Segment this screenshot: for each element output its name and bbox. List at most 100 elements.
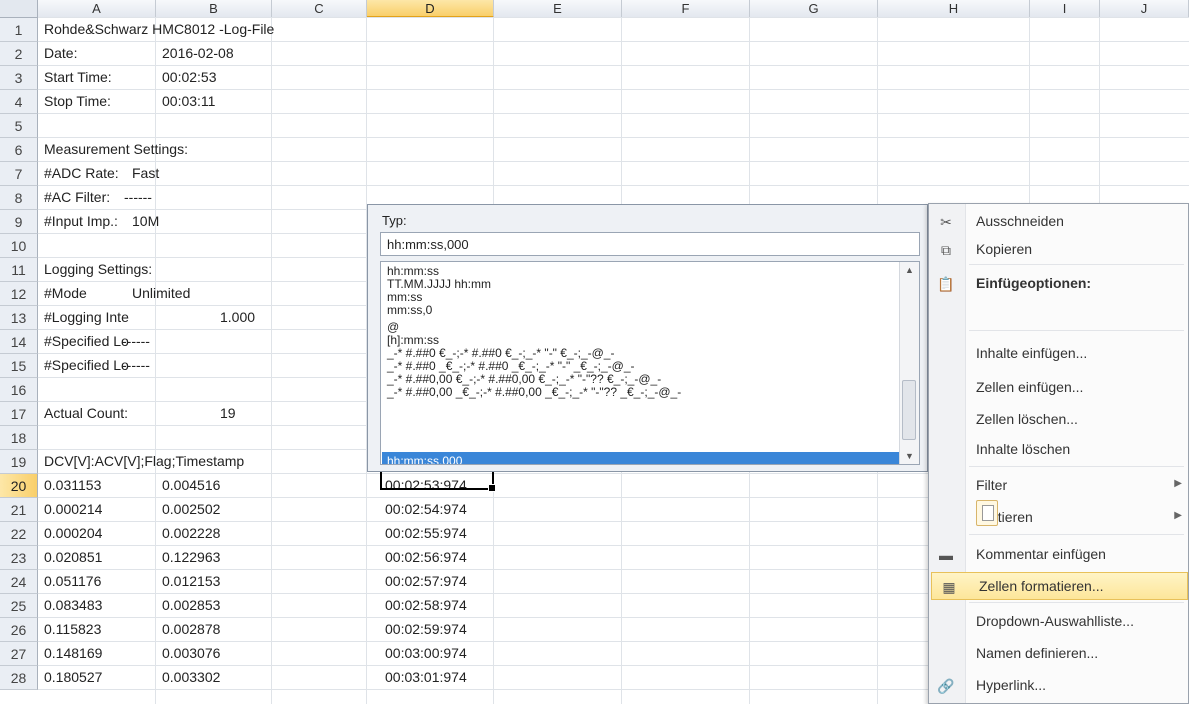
cell-d-22[interactable]: 00:02:55:974 bbox=[385, 524, 467, 543]
cell-a-11[interactable]: Logging Settings: bbox=[44, 260, 152, 279]
menu-item-inhalte-einfügen[interactable]: Inhalte einfügen... bbox=[929, 340, 1188, 368]
cell-d-25[interactable]: 00:02:58:974 bbox=[385, 596, 467, 615]
row-header[interactable]: 12 bbox=[0, 282, 38, 306]
cell-b-23[interactable]: 0.122963 bbox=[162, 548, 220, 567]
row-header[interactable]: 10 bbox=[0, 234, 38, 258]
column-header-e[interactable]: E bbox=[494, 0, 622, 18]
cell-a-6[interactable]: Measurement Settings: bbox=[44, 140, 188, 159]
paste-icon[interactable] bbox=[976, 500, 998, 526]
row-header[interactable]: 3 bbox=[0, 66, 38, 90]
cell-d-28[interactable]: 00:03:01:974 bbox=[385, 668, 467, 687]
row-header[interactable]: 15 bbox=[0, 354, 38, 378]
cell-a-20[interactable]: 0.031153 bbox=[44, 476, 101, 495]
cell-d-23[interactable]: 00:02:56:974 bbox=[385, 548, 467, 567]
cell-a-3[interactable]: Start Time: bbox=[44, 68, 112, 87]
cell-b-27[interactable]: 0.003076 bbox=[162, 644, 220, 663]
column-header-h[interactable]: H bbox=[878, 0, 1030, 18]
cell-b-22[interactable]: 0.002228 bbox=[162, 524, 220, 543]
cell-d-26[interactable]: 00:02:59:974 bbox=[385, 620, 467, 639]
menu-item-filter[interactable]: Filter ▶ bbox=[929, 472, 1188, 500]
cell-b-15[interactable]: ------ bbox=[122, 356, 150, 375]
row-header[interactable]: 7 bbox=[0, 162, 38, 186]
cell-b-21[interactable]: 0.002502 bbox=[162, 500, 220, 519]
cell-b-14[interactable]: ------ bbox=[122, 332, 150, 351]
cell-a-13[interactable]: #Logging Inte bbox=[44, 308, 129, 327]
cell-b-7[interactable]: Fast bbox=[132, 164, 159, 183]
column-header-j[interactable]: J bbox=[1100, 0, 1189, 18]
cell-d-24[interactable]: 00:02:57:974 bbox=[385, 572, 467, 591]
cell-a-28[interactable]: 0.180527 bbox=[44, 668, 102, 687]
cell-a-21[interactable]: 0.000214 bbox=[44, 500, 102, 519]
row-header[interactable]: 2 bbox=[0, 42, 38, 66]
cell-a-27[interactable]: 0.148169 bbox=[44, 644, 102, 663]
menu-item-inhalte-löschen[interactable]: Inhalte löschen bbox=[929, 436, 1188, 464]
menu-item-zellen-formatieren[interactable]: ▦ Zellen formatieren... bbox=[931, 572, 1188, 600]
format-list-scrollbar[interactable]: ▲ ▼ bbox=[899, 262, 919, 464]
row-header[interactable]: 22 bbox=[0, 522, 38, 546]
cell-b-25[interactable]: 0.002853 bbox=[162, 596, 220, 615]
row-header[interactable]: 28 bbox=[0, 666, 38, 690]
cell-a-1[interactable]: Rohde&Schwarz HMC8012 -Log-File bbox=[44, 20, 274, 39]
cell-a-2[interactable]: Date: bbox=[44, 44, 77, 63]
menu-item-dropdown-auswahlliste[interactable]: Dropdown-Auswahlliste... bbox=[929, 608, 1188, 636]
cell-a-4[interactable]: Stop Time: bbox=[44, 92, 111, 111]
row-header[interactable]: 19 bbox=[0, 450, 38, 474]
cell-a-15[interactable]: #Specified Lo bbox=[44, 356, 129, 375]
column-header-d[interactable]: D bbox=[367, 0, 494, 18]
menu-item-kopieren[interactable]: ⧉ Kopieren bbox=[929, 236, 1188, 264]
row-header[interactable]: 5 bbox=[0, 114, 38, 138]
format-type-list-item[interactable]: mm:ss,0 bbox=[387, 304, 432, 317]
scroll-down-icon[interactable]: ▼ bbox=[900, 448, 919, 464]
cell-d-21[interactable]: 00:02:54:974 bbox=[385, 500, 467, 519]
menu-item-zellen-löschen[interactable]: Zellen löschen... bbox=[929, 406, 1188, 434]
column-header-b[interactable]: B bbox=[156, 0, 272, 18]
cell-a-14[interactable]: #Specified Lo bbox=[44, 332, 129, 351]
row-header[interactable]: 9 bbox=[0, 210, 38, 234]
cell-b-26[interactable]: 0.002878 bbox=[162, 620, 220, 639]
menu-item-namen-definieren[interactable]: Namen definieren... bbox=[929, 640, 1188, 668]
menu-item-ausschneiden[interactable]: ✂ Ausschneiden bbox=[929, 208, 1188, 236]
cell-b-9[interactable]: 10M bbox=[132, 212, 159, 231]
cell-a-8[interactable]: #AC Filter: bbox=[44, 188, 110, 207]
row-header[interactable]: 18 bbox=[0, 426, 38, 450]
row-header[interactable]: 6 bbox=[0, 138, 38, 162]
column-header-f[interactable]: F bbox=[622, 0, 750, 18]
cell-d-27[interactable]: 00:03:00:974 bbox=[385, 644, 467, 663]
cell-a-23[interactable]: 0.020851 bbox=[44, 548, 102, 567]
row-header[interactable]: 8 bbox=[0, 186, 38, 210]
scroll-up-icon[interactable]: ▲ bbox=[900, 262, 919, 278]
cell-a-12[interactable]: #Mode bbox=[44, 284, 87, 303]
cell-a-17[interactable]: Actual Count: bbox=[44, 404, 128, 423]
row-header[interactable]: 13 bbox=[0, 306, 38, 330]
column-header-i[interactable]: I bbox=[1030, 0, 1100, 18]
cell-a-22[interactable]: 0.000204 bbox=[44, 524, 102, 543]
menu-item-hyperlink[interactable]: 🔗 Hyperlink... bbox=[929, 672, 1188, 700]
cell-b-20[interactable]: 0.004516 bbox=[162, 476, 220, 495]
cell-b-13[interactable]: 1.000 bbox=[220, 308, 255, 327]
cell-a-9[interactable]: #Input Imp.: bbox=[44, 212, 118, 231]
row-header[interactable]: 17 bbox=[0, 402, 38, 426]
cell-b-28[interactable]: 0.003302 bbox=[162, 668, 220, 687]
row-header[interactable]: 24 bbox=[0, 570, 38, 594]
cell-a-7[interactable]: #ADC Rate: bbox=[44, 164, 119, 183]
cell-b-12[interactable]: Unlimited bbox=[132, 284, 190, 303]
column-header-a[interactable]: A bbox=[38, 0, 156, 18]
cell-b-3[interactable]: 00:02:53 bbox=[162, 68, 217, 87]
cell-b-8[interactable]: ------ bbox=[124, 188, 152, 207]
cell-a-26[interactable]: 0.115823 bbox=[44, 620, 101, 639]
row-header[interactable]: 23 bbox=[0, 546, 38, 570]
cell-a-19[interactable]: DCV[V]:ACV[V];Flag;Timestamp bbox=[44, 452, 244, 471]
row-header[interactable]: 21 bbox=[0, 498, 38, 522]
row-header[interactable]: 11 bbox=[0, 258, 38, 282]
cell-a-24[interactable]: 0.051176 bbox=[44, 572, 101, 591]
row-header[interactable]: 27 bbox=[0, 642, 38, 666]
column-header-g[interactable]: G bbox=[750, 0, 878, 18]
cell-b-2[interactable]: 2016-02-08 bbox=[162, 44, 234, 63]
select-all-corner[interactable] bbox=[0, 0, 38, 18]
row-header[interactable]: 26 bbox=[0, 618, 38, 642]
column-header-c[interactable]: C bbox=[272, 0, 367, 18]
format-type-list-item[interactable]: _-* #.##0,00 _€_-;-* #.##0,00 _€_-;_-* "… bbox=[387, 386, 681, 399]
row-header[interactable]: 20 bbox=[0, 474, 38, 498]
format-type-list[interactable]: hh:mm:ss TT.MM.JJJJ hh:mm mm:ss mm:ss,0 @ [h]… bbox=[380, 261, 920, 465]
menu-item-kommentar-einfügen[interactable]: ▬ Kommentar einfügen bbox=[929, 541, 1188, 569]
